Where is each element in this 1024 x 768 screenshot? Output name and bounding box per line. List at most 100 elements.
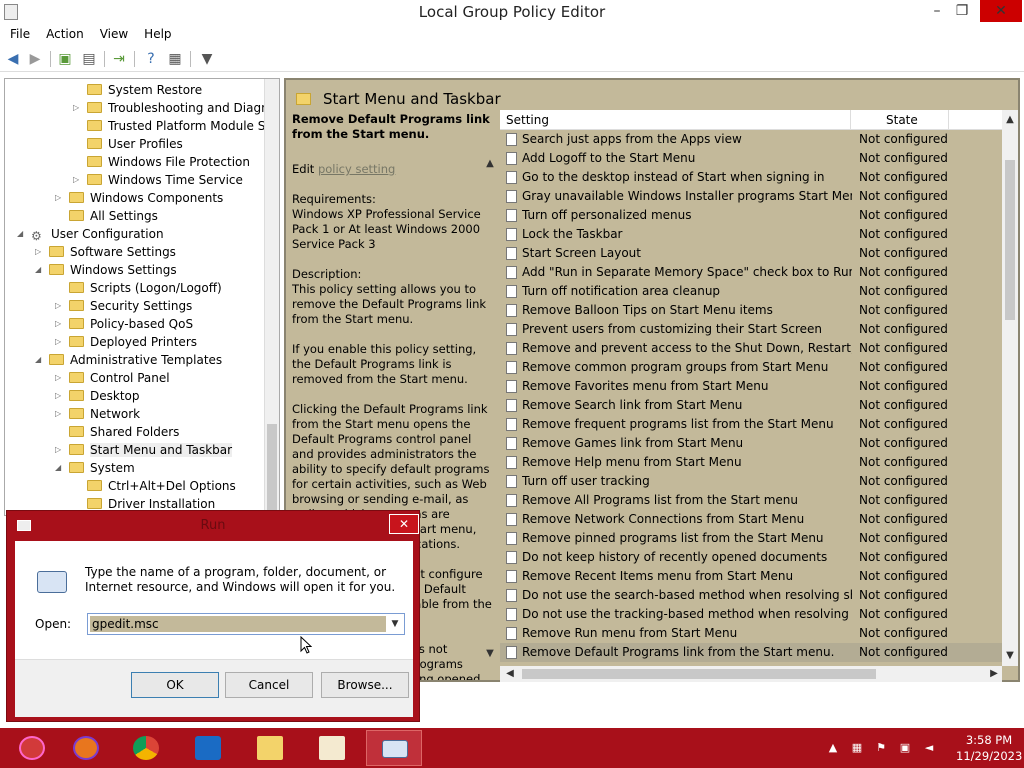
browse-button[interactable]: Browse...: [321, 672, 409, 698]
network-icon[interactable]: ▣: [898, 741, 912, 755]
properties-icon[interactable]: ▦: [166, 50, 184, 68]
tree-item[interactable]: Ctrl+Alt+Del Options: [87, 477, 236, 495]
tree-item[interactable]: ▷ Control Panel: [55, 369, 170, 387]
tree-item[interactable]: Shared Folders: [69, 423, 179, 441]
up-folder-icon[interactable]: ▣: [56, 50, 74, 68]
scroll-up-icon[interactable]: ▲: [1002, 112, 1018, 128]
tree-item[interactable]: System Restore: [87, 81, 202, 99]
setting-row[interactable]: Remove Games link from Start Menu Not con…: [500, 434, 1002, 453]
setting-row[interactable]: Lock the Taskbar Not configured: [500, 225, 1002, 244]
setting-row[interactable]: Remove common program groups from Start …: [500, 358, 1002, 377]
setting-row[interactable]: Do not keep history of recently opened d…: [500, 548, 1002, 567]
scroll-left-icon[interactable]: ◀: [502, 666, 518, 682]
setting-row[interactable]: Remove pinned programs list from the Sta…: [500, 529, 1002, 548]
column-state[interactable]: State: [886, 110, 918, 130]
tree-item[interactable]: ◢ ⚙ User Configuration: [17, 225, 164, 243]
scroll-right-icon[interactable]: ▶: [986, 666, 1002, 682]
list-hscroll-thumb[interactable]: [522, 669, 876, 679]
tree-item[interactable]: ▷ Deployed Printers: [55, 333, 197, 351]
tree-item[interactable]: ◢ Windows Settings: [35, 261, 177, 279]
setting-row[interactable]: Add "Run in Separate Memory Space" check…: [500, 263, 1002, 282]
collapsed-arrow-icon[interactable]: ▷: [55, 315, 61, 333]
collapsed-arrow-icon[interactable]: ▷: [55, 387, 61, 405]
firefox-icon[interactable]: [58, 730, 114, 766]
tree-item[interactable]: Windows File Protection: [87, 153, 250, 171]
list-horizontal-scrollbar[interactable]: ◀ ▶: [500, 666, 1002, 682]
back-arrow-icon[interactable]: ◀: [4, 50, 22, 68]
collapsed-arrow-icon[interactable]: ▷: [55, 189, 61, 207]
setting-row[interactable]: Remove Network Connections from Start Me…: [500, 510, 1002, 529]
collapsed-arrow-icon[interactable]: ▷: [35, 243, 41, 261]
expanded-arrow-icon[interactable]: ◢: [17, 225, 23, 243]
flag-icon[interactable]: ⚑: [874, 741, 888, 755]
volume-muted-icon[interactable]: ◄: [922, 741, 936, 755]
tree-item[interactable]: ◢ System: [55, 459, 135, 477]
forward-arrow-icon[interactable]: ▶: [26, 50, 44, 68]
setting-row[interactable]: Gray unavailable Windows Installer progr…: [500, 187, 1002, 206]
setting-row[interactable]: Add Logoff to the Start Menu Not configur…: [500, 149, 1002, 168]
setting-row[interactable]: Turn off user tracking Not configured: [500, 472, 1002, 491]
run-close-button[interactable]: ✕: [389, 514, 419, 534]
description-scrollbar[interactable]: ▲ ▼: [482, 158, 498, 664]
list-vertical-scrollbar[interactable]: ▲ ▼: [1002, 110, 1018, 666]
tree-item[interactable]: ▷ Software Settings: [35, 243, 176, 261]
setting-row[interactable]: Do not use the search-based method when …: [500, 586, 1002, 605]
tree-item[interactable]: ▷ Windows Components: [55, 189, 223, 207]
ok-button[interactable]: OK: [131, 672, 219, 698]
tree-item[interactable]: ▷ Troubleshooting and Diagnos: [73, 99, 279, 117]
tree-item[interactable]: ◢ Administrative Templates: [35, 351, 222, 369]
setting-row[interactable]: Search just apps from the Apps view Not c…: [500, 130, 1002, 149]
expanded-arrow-icon[interactable]: ◢: [35, 351, 41, 369]
expanded-arrow-icon[interactable]: ◢: [55, 459, 61, 477]
start-orb-icon[interactable]: [4, 730, 60, 766]
maximize-button[interactable]: ❐: [948, 0, 976, 22]
open-input-value[interactable]: gpedit.msc: [90, 616, 386, 632]
list-scroll-thumb[interactable]: [1005, 160, 1015, 320]
chevron-down-icon[interactable]: ▼: [388, 616, 402, 632]
open-input[interactable]: gpedit.msc ▼: [87, 613, 405, 635]
setting-row[interactable]: Remove All Programs list from the Start …: [500, 491, 1002, 510]
tree-item[interactable]: Trusted Platform Module Serv: [87, 117, 279, 135]
expanded-arrow-icon[interactable]: ◢: [35, 261, 41, 279]
clock[interactable]: 3:58 PM 11/29/2023: [956, 732, 1022, 764]
notepad-icon[interactable]: [304, 730, 360, 766]
tree-scrollbar[interactable]: [264, 79, 279, 515]
setting-row[interactable]: Remove Run menu from Start Menu Not confi…: [500, 624, 1002, 643]
setting-row[interactable]: Turn off notification area cleanup Not co…: [500, 282, 1002, 301]
collapsed-arrow-icon[interactable]: ▷: [73, 99, 79, 117]
setting-row[interactable]: Do not use the tracking-based method whe…: [500, 605, 1002, 624]
show-hide-tree-icon[interactable]: ▤: [80, 50, 98, 68]
setting-row[interactable]: Start Screen Layout Not configured: [500, 244, 1002, 263]
collapsed-arrow-icon[interactable]: ▷: [55, 369, 61, 387]
scroll-down-icon[interactable]: ▼: [1002, 648, 1018, 664]
edit-policy-link[interactable]: policy setting: [318, 162, 395, 176]
tree-scroll-thumb[interactable]: [267, 424, 277, 514]
tree-item[interactable]: ▷ Security Settings: [55, 297, 192, 315]
export-list-icon[interactable]: ⇥: [110, 50, 128, 68]
setting-row[interactable]: Remove Favorites menu from Start Menu Not…: [500, 377, 1002, 396]
close-button[interactable]: ✕: [980, 0, 1022, 22]
show-hidden-icons-icon[interactable]: ▲: [826, 741, 840, 755]
setting-row[interactable]: Remove Help menu from Start Menu Not conf…: [500, 453, 1002, 472]
menu-action[interactable]: Action: [38, 24, 92, 44]
setting-row[interactable]: Turn off personalized menus Not configure…: [500, 206, 1002, 225]
scroll-down-icon[interactable]: ▼: [482, 648, 498, 662]
help-icon[interactable]: ?: [142, 50, 160, 68]
setting-row[interactable]: Remove Balloon Tips on Start Menu items N…: [500, 301, 1002, 320]
column-setting[interactable]: Setting: [506, 110, 549, 130]
filter-icon[interactable]: ▼: [198, 50, 216, 68]
tree-item[interactable]: ▷ Windows Time Service: [73, 171, 243, 189]
setting-row[interactable]: Remove Recent Items menu from Start Menu…: [500, 567, 1002, 586]
setting-row[interactable]: Remove frequent programs list from the S…: [500, 415, 1002, 434]
menu-help[interactable]: Help: [136, 24, 179, 44]
collapsed-arrow-icon[interactable]: ▷: [55, 333, 61, 351]
collapsed-arrow-icon[interactable]: ▷: [73, 171, 79, 189]
collapsed-arrow-icon[interactable]: ▷: [55, 405, 61, 423]
tree-item[interactable]: ▷ Desktop: [55, 387, 140, 405]
setting-row[interactable]: Go to the desktop instead of Start when …: [500, 168, 1002, 187]
tree-item[interactable]: User Profiles: [87, 135, 183, 153]
run-dialog-titlebar[interactable]: Run: [7, 511, 419, 541]
navigation-tree[interactable]: System Restore ▷ Troubleshooting and Diagn…: [4, 78, 280, 516]
chrome-icon[interactable]: [118, 730, 174, 766]
tree-item[interactable]: Scripts (Logon/Logoff): [69, 279, 222, 297]
